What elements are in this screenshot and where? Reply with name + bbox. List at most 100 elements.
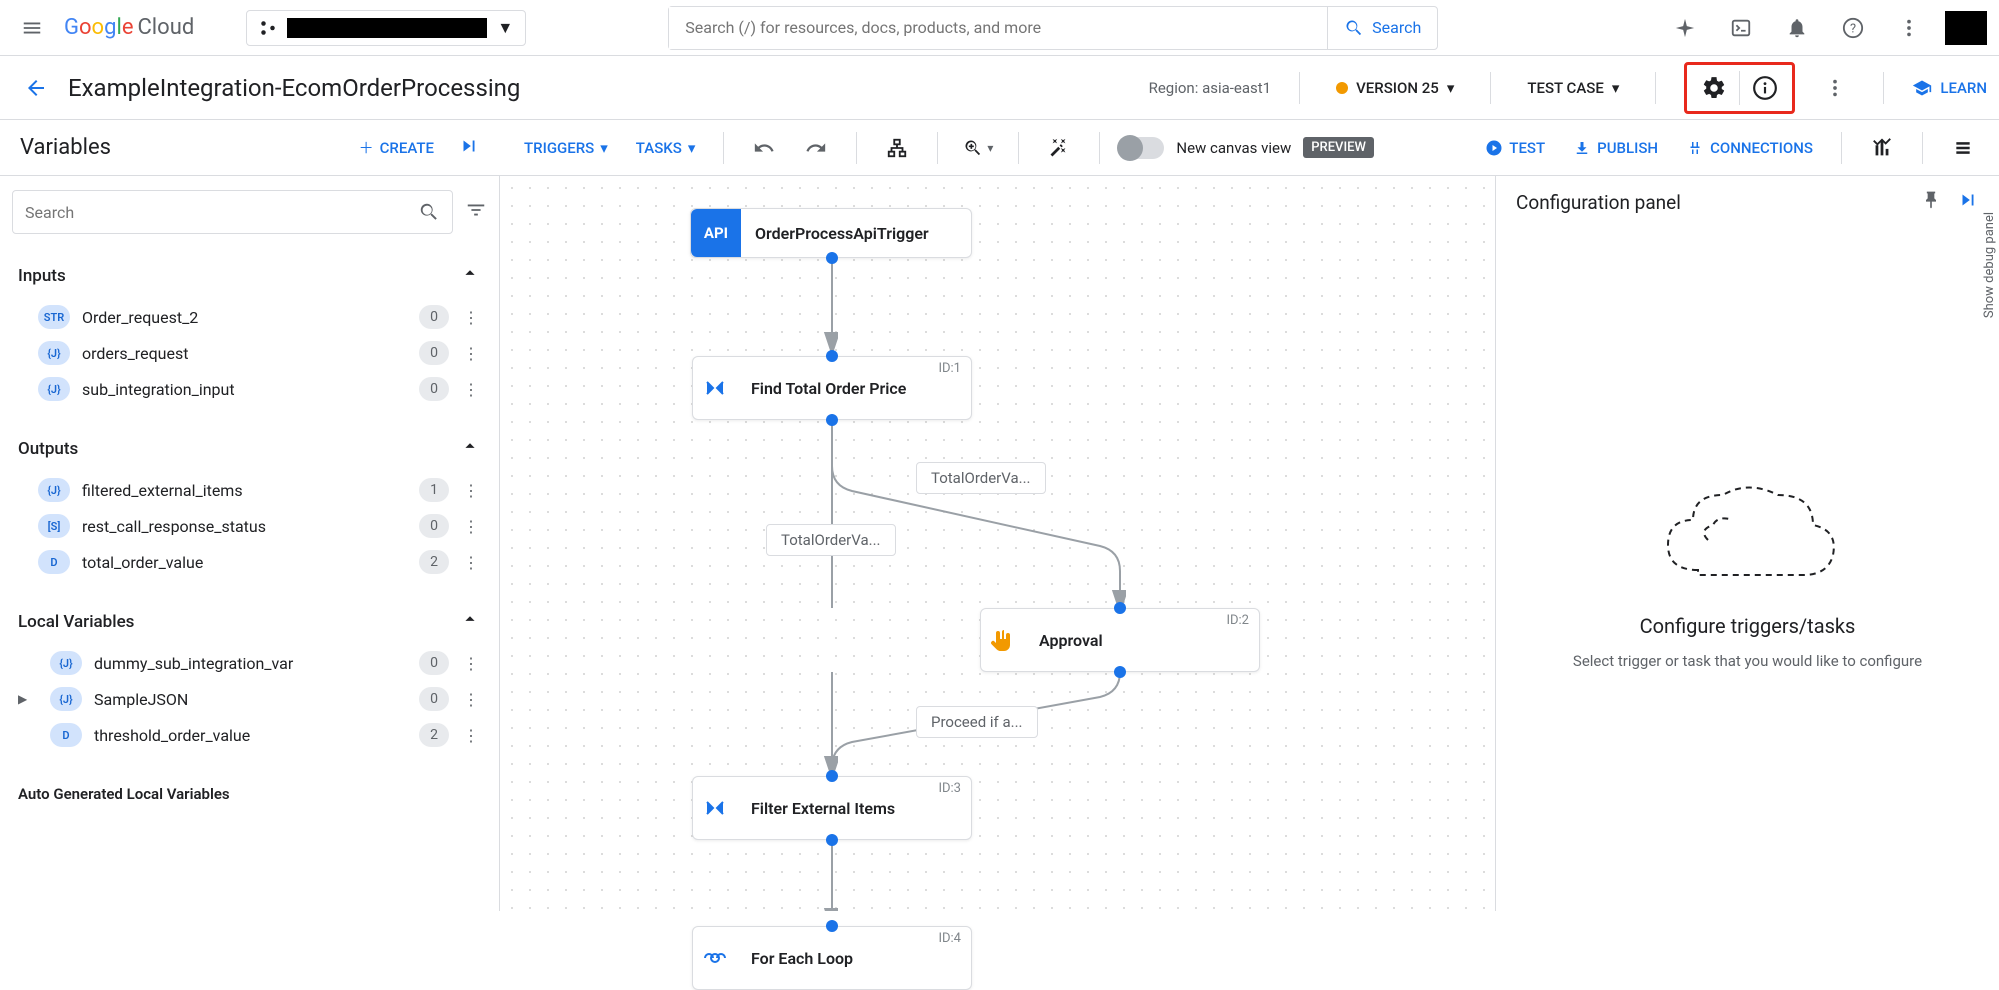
- page-title: ExampleIntegration-EcomOrderProcessing: [68, 74, 520, 102]
- create-variable-button[interactable]: ＋ CREATE: [359, 137, 434, 158]
- variable-more-menu[interactable]: ⋮: [461, 481, 481, 500]
- project-picker[interactable]: ▼: [246, 10, 526, 46]
- variable-row[interactable]: {J} orders_request 0 ⋮: [12, 335, 487, 371]
- variable-row[interactable]: {J} sub_integration_input 0 ⋮: [12, 371, 487, 407]
- variable-row[interactable]: {J} dummy_sub_integration_var 0 ⋮: [12, 645, 487, 681]
- new-canvas-label: New canvas view: [1176, 139, 1291, 157]
- connections-button[interactable]: CONNECTIONS: [1678, 139, 1821, 157]
- info-button[interactable]: [1740, 67, 1790, 109]
- filter-button[interactable]: [465, 199, 487, 225]
- version-dropdown[interactable]: VERSION 25 ▾: [1328, 79, 1462, 97]
- edge-label[interactable]: TotalOrderVa...: [766, 524, 896, 556]
- config-panel-body: Configure triggers/tasks Select trigger …: [1496, 228, 1999, 911]
- node-title: Find Total Order Price: [737, 379, 971, 398]
- preview-badge: PREVIEW: [1303, 137, 1374, 158]
- variable-more-menu[interactable]: ⋮: [461, 517, 481, 536]
- type-badge: {J}: [50, 687, 82, 711]
- connections-icon: [1686, 139, 1704, 157]
- variable-more-menu[interactable]: ⋮: [461, 553, 481, 572]
- analytics-button[interactable]: [1862, 128, 1902, 168]
- global-search-button[interactable]: Search: [1327, 7, 1437, 49]
- canvas[interactable]: API OrderProcessApiTrigger Find Total Or…: [500, 176, 1495, 911]
- testcase-dropdown[interactable]: TEST CASE ▾: [1519, 79, 1627, 97]
- edge-label[interactable]: Proceed if a...: [916, 706, 1038, 738]
- node-title: For Each Loop: [737, 949, 971, 968]
- variable-row[interactable]: {J} filtered_external_items 1 ⋮: [12, 472, 487, 508]
- variable-search-input[interactable]: [25, 203, 418, 222]
- variable-more-menu[interactable]: ⋮: [461, 380, 481, 399]
- header-right-icons: ?: [1665, 8, 1987, 48]
- help-icon[interactable]: ?: [1833, 8, 1873, 48]
- outputs-section-header[interactable]: Outputs: [12, 425, 487, 472]
- usage-count: 1: [419, 478, 449, 502]
- main-area: Inputs STR Order_request_2 0 ⋮ {J} order…: [0, 176, 1999, 911]
- autogen-header: Auto Generated Local Variables: [12, 771, 487, 809]
- variable-row[interactable]: [S] rest_call_response_status 0 ⋮: [12, 508, 487, 544]
- variable-more-menu[interactable]: ⋮: [461, 344, 481, 363]
- usage-count: 0: [419, 377, 449, 401]
- learn-button[interactable]: LEARN: [1912, 78, 1987, 98]
- overflow-menu[interactable]: [1815, 68, 1855, 108]
- triggers-dropdown[interactable]: TRIGGERS▾: [516, 139, 616, 157]
- variable-more-menu[interactable]: ⋮: [461, 654, 481, 673]
- canvas-view-toggle: New canvas view PREVIEW: [1120, 137, 1374, 159]
- variable-row[interactable]: D threshold_order_value 2 ⋮: [12, 717, 487, 753]
- variables-title: Variables: [20, 135, 111, 160]
- logs-button[interactable]: [1943, 128, 1983, 168]
- collapse-sidebar-button[interactable]: [458, 135, 480, 161]
- test-button[interactable]: TEST: [1477, 139, 1553, 157]
- gcloud-logo[interactable]: Google Cloud: [64, 15, 194, 40]
- variables-header: Variables ＋ CREATE: [0, 120, 500, 175]
- variable-row[interactable]: D total_order_value 2 ⋮: [12, 544, 487, 580]
- expand-button[interactable]: [1957, 189, 1979, 216]
- canvas-node-trigger[interactable]: API OrderProcessApiTrigger: [690, 208, 972, 258]
- type-badge: {J}: [38, 478, 70, 502]
- publish-icon: [1573, 139, 1591, 157]
- inputs-section-header[interactable]: Inputs: [12, 252, 487, 299]
- canvas-node-filter[interactable]: Filter External Items ID:3: [692, 776, 972, 840]
- inputs-section: Inputs STR Order_request_2 0 ⋮ {J} order…: [12, 252, 487, 407]
- pin-button[interactable]: [1921, 190, 1941, 215]
- gemini-icon[interactable]: [1665, 8, 1705, 48]
- notifications-icon[interactable]: [1777, 8, 1817, 48]
- chevron-up-icon: [459, 435, 481, 462]
- magic-wand-button[interactable]: [1039, 128, 1079, 168]
- variable-more-menu[interactable]: ⋮: [461, 690, 481, 709]
- cloud-shell-icon[interactable]: [1721, 8, 1761, 48]
- variable-row[interactable]: STR Order_request_2 0 ⋮: [12, 299, 487, 335]
- variable-more-menu[interactable]: ⋮: [461, 726, 481, 745]
- tasks-dropdown[interactable]: TASKS▾: [628, 139, 704, 157]
- usage-count: 0: [419, 341, 449, 365]
- cloud-outline-icon: [1648, 470, 1848, 600]
- canvas-node-foreach[interactable]: For Each Loop ID:4: [692, 926, 972, 990]
- type-badge: D: [50, 723, 82, 747]
- canvas-toggle-switch[interactable]: [1120, 137, 1164, 159]
- type-badge: D: [38, 550, 70, 574]
- hamburger-menu[interactable]: [12, 8, 52, 48]
- publish-button[interactable]: PUBLISH: [1565, 139, 1666, 157]
- redo-button[interactable]: [796, 128, 836, 168]
- more-icon[interactable]: [1889, 8, 1929, 48]
- settings-button[interactable]: [1689, 67, 1739, 109]
- expand-icon[interactable]: ▶: [18, 692, 38, 706]
- variable-name: sub_integration_input: [82, 380, 407, 399]
- undo-button[interactable]: [744, 128, 784, 168]
- locals-section-header[interactable]: Local Variables: [12, 598, 487, 645]
- canvas-node-approval[interactable]: Approval ID:2: [980, 608, 1260, 672]
- search-button-label: Search: [1372, 18, 1421, 37]
- node-id: ID:2: [1226, 613, 1249, 628]
- merge-icon: [693, 376, 737, 400]
- debug-panel-toggle[interactable]: Show debug panel: [1980, 200, 1999, 330]
- layout-button[interactable]: [877, 128, 917, 168]
- canvas-toolbar: TRIGGERS▾ TASKS▾ ▾ New canvas view PREVI…: [500, 128, 1999, 168]
- global-search-input[interactable]: [669, 7, 1327, 49]
- variable-more-menu[interactable]: ⋮: [461, 308, 481, 327]
- variable-row[interactable]: ▶ {J} SampleJSON 0 ⋮: [12, 681, 487, 717]
- user-avatar[interactable]: [1945, 11, 1987, 45]
- project-name-redacted: [287, 18, 487, 38]
- zoom-dropdown[interactable]: ▾: [958, 128, 998, 168]
- canvas-node-find-total[interactable]: Find Total Order Price ID:1: [692, 356, 972, 420]
- back-button[interactable]: [12, 64, 60, 112]
- edge-label[interactable]: TotalOrderVa...: [916, 462, 1046, 494]
- chevron-up-icon: [459, 262, 481, 289]
